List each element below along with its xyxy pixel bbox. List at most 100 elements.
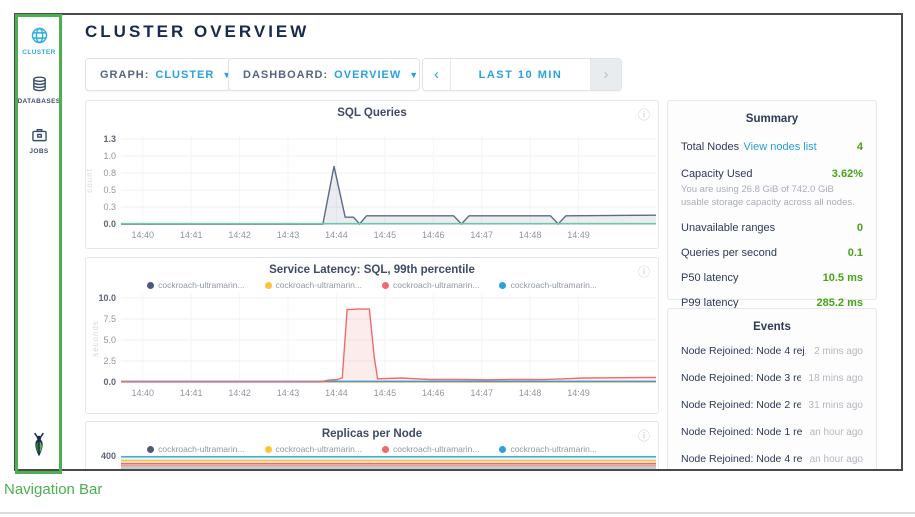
x-tick-label: 14:43 xyxy=(277,388,300,398)
dashboard-dropdown[interactable]: DASHBOARD: OVERVIEW ▼ xyxy=(228,58,420,91)
x-tick-label: 14:46 xyxy=(422,388,445,398)
info-icon[interactable]: ⓘ xyxy=(638,427,650,444)
summary-title: Summary xyxy=(681,113,863,125)
summary-panel: Summary Total Nodes View nodes list 4 Ca… xyxy=(667,100,877,300)
legend-label: cockroach-ultramarin... xyxy=(158,280,244,290)
sidebar-item-databases[interactable]: DATABASES xyxy=(16,74,62,105)
dashboard-dropdown-value: OVERVIEW xyxy=(334,69,401,81)
chart-title: Service Latency: SQL, 99th percentile xyxy=(86,264,658,276)
globe-icon xyxy=(29,25,50,46)
x-tick-label: 14:42 xyxy=(228,388,251,398)
y-tick-label: 2.5 xyxy=(86,356,116,366)
summary-label: P50 latency xyxy=(681,272,738,284)
service-latency-plot[interactable] xyxy=(121,294,656,382)
legend-dot-icon xyxy=(147,282,154,289)
y-tick-label: 400 xyxy=(86,451,116,461)
cockroach-bug-icon xyxy=(26,432,52,458)
event-row: Node Rejoined: Node 2 rej... 31 mins ago xyxy=(681,399,863,411)
event-time: 2 mins ago xyxy=(814,346,863,357)
x-tick-label: 14:44 xyxy=(325,388,348,398)
legend-item[interactable]: cockroach-ultramarin... xyxy=(265,280,362,290)
time-range-selector: ‹ LAST 10 MIN › xyxy=(422,58,622,91)
app-window: CLUSTER DATABASES JOBS xyxy=(14,13,903,471)
summary-value: 285.2 ms xyxy=(817,297,863,309)
x-tick-label: 14:48 xyxy=(519,230,542,240)
replicas-chart-panel: Replicas per Node ⓘ cockroach-ultramarin… xyxy=(85,421,659,471)
x-tick-label: 14:45 xyxy=(374,388,397,398)
summary-label: Queries per second xyxy=(681,247,777,259)
y-tick-label: 10.0 xyxy=(86,293,116,303)
legend-label: cockroach-ultramarin... xyxy=(393,280,479,290)
summary-label: Unavailable ranges xyxy=(681,222,775,234)
sidebar-item-jobs[interactable]: JOBS xyxy=(16,124,62,155)
legend-dot-icon xyxy=(382,282,389,289)
summary-value: 4 xyxy=(857,141,863,153)
legend-item[interactable]: cockroach-ultramarin... xyxy=(499,280,596,290)
event-time: an hour ago xyxy=(810,427,863,438)
summary-row-unavailable-ranges: Unavailable ranges 0 xyxy=(681,222,863,234)
view-nodes-list-link[interactable]: View nodes list xyxy=(744,141,817,153)
event-time: 31 mins ago xyxy=(809,400,863,411)
summary-value: 10.5 ms xyxy=(823,272,863,284)
legend-dot-icon xyxy=(499,446,506,453)
y-tick-label: 0.0 xyxy=(86,377,116,387)
annotation-label: Navigation Bar xyxy=(4,481,102,498)
time-range-value[interactable]: LAST 10 MIN xyxy=(450,59,590,90)
event-name: Node Rejoined: Node 1 rej... xyxy=(681,426,802,438)
time-next-button: › xyxy=(590,59,621,90)
sql-queries-chart-panel: SQL Queries ⓘ 0.00.30.50.81.01.314:4014:… xyxy=(85,100,659,249)
event-row: Node Rejoined: Node 4 rej... 2 mins ago xyxy=(681,345,863,357)
x-tick-label: 14:49 xyxy=(567,388,590,398)
briefcase-icon xyxy=(29,124,50,145)
event-name: Node Rejoined: Node 4 rej... xyxy=(681,345,806,357)
summary-row-total-nodes: Total Nodes View nodes list 4 xyxy=(681,137,863,155)
summary-row-capacity: Capacity Used 3.62% xyxy=(681,168,863,180)
event-time: 18 mins ago xyxy=(809,373,863,384)
y-tick-label: 1.0 xyxy=(86,151,116,161)
x-tick-label: 14:45 xyxy=(374,230,397,240)
summary-row-p50: P50 latency 10.5 ms xyxy=(681,272,863,284)
summary-label: Total Nodes xyxy=(681,141,739,153)
navigation-bar: CLUSTER DATABASES JOBS xyxy=(16,15,62,469)
graph-dropdown[interactable]: GRAPH: CLUSTER ▼ xyxy=(85,58,231,91)
x-tick-label: 14:41 xyxy=(180,230,203,240)
event-name: Node Rejoined: Node 4 rej... xyxy=(681,453,802,465)
legend-dot-icon xyxy=(265,446,272,453)
divider xyxy=(0,512,915,514)
x-tick-label: 14:48 xyxy=(519,388,542,398)
event-name: Node Rejoined: Node 3 rej... xyxy=(681,372,801,384)
summary-label: Capacity Used xyxy=(681,168,753,180)
legend-dot-icon xyxy=(499,282,506,289)
legend-dot-icon xyxy=(265,282,272,289)
y-axis-label: seconds xyxy=(91,320,100,357)
x-tick-label: 14:47 xyxy=(470,230,493,240)
sidebar-item-cluster[interactable]: CLUSTER xyxy=(16,25,62,56)
time-prev-button[interactable]: ‹ xyxy=(423,59,450,90)
graph-dropdown-label: GRAPH: xyxy=(100,69,149,81)
x-tick-label: 14:49 xyxy=(567,230,590,240)
sidebar-item-label: JOBS xyxy=(16,148,62,155)
legend-item[interactable]: cockroach-ultramarin... xyxy=(147,280,244,290)
summary-row-p99: P99 latency 285.2 ms xyxy=(681,297,863,309)
page-title: CLUSTER OVERVIEW xyxy=(85,22,309,42)
y-tick-label: 0.3 xyxy=(86,202,116,212)
summary-row-qps: Queries per second 0.1 xyxy=(681,247,863,259)
event-row: Node Rejoined: Node 4 rej... an hour ago xyxy=(681,453,863,465)
summary-value: 3.62% xyxy=(832,168,863,180)
chevron-down-icon: ▼ xyxy=(409,70,419,80)
info-icon[interactable]: ⓘ xyxy=(638,106,650,123)
x-tick-label: 14:46 xyxy=(422,230,445,240)
y-tick-label: 0.0 xyxy=(86,219,116,229)
y-tick-label: 1.3 xyxy=(86,134,116,144)
legend-item[interactable]: cockroach-ultramarin... xyxy=(382,280,479,290)
capacity-subtext: You are using 26.8 GiB of 742.0 GiB usab… xyxy=(681,184,863,210)
sql-queries-plot[interactable] xyxy=(121,135,656,224)
chart-legend: cockroach-ultramarin... cockroach-ultrama… xyxy=(86,280,658,290)
y-axis-label: count xyxy=(85,168,94,193)
service-latency-chart-panel: Service Latency: SQL, 99th percentile ⓘ … xyxy=(85,257,659,414)
chart-title: SQL Queries xyxy=(86,107,658,119)
x-tick-label: 14:42 xyxy=(228,230,251,240)
info-icon[interactable]: ⓘ xyxy=(638,263,650,280)
events-panel: Events Node Rejoined: Node 4 rej... 2 mi… xyxy=(667,308,877,471)
replicas-plot[interactable] xyxy=(121,453,656,471)
